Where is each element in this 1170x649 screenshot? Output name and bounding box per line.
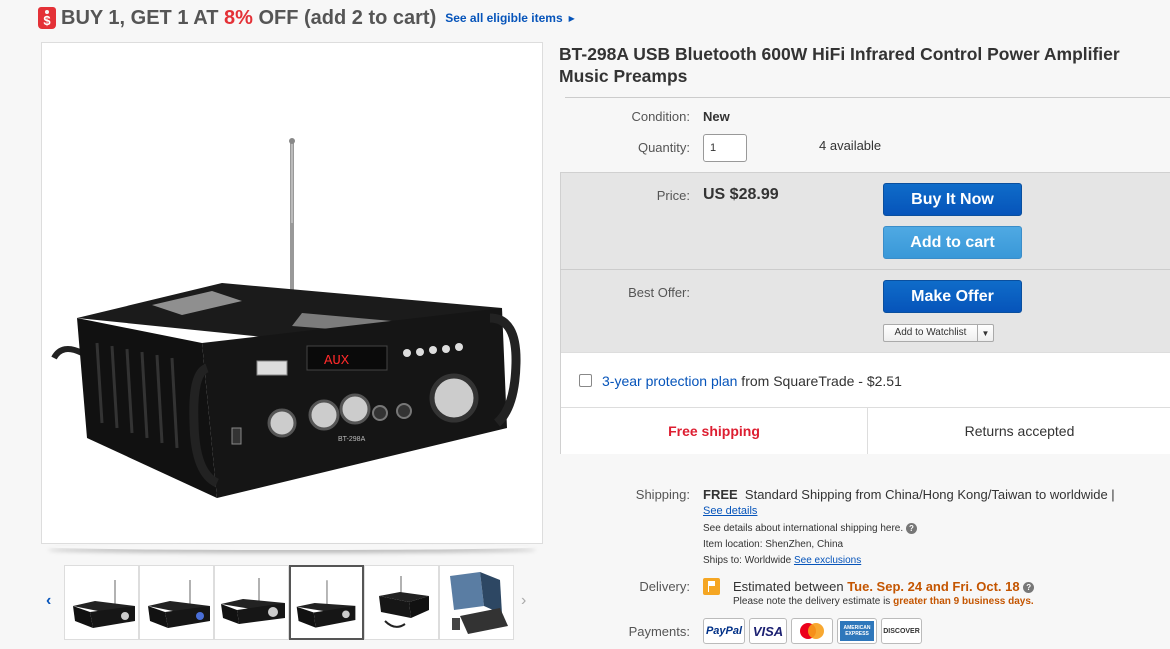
chevron-down-icon[interactable]: ▼ [978,329,993,338]
see-exclusions-link[interactable]: See exclusions [794,555,861,566]
product-title: BT-298A USB Bluetooth 600W HiFi Infrared… [559,44,1120,86]
price-value: US $28.99 [703,186,779,203]
help-icon[interactable]: ? [905,523,917,534]
free-shipping-badge: Free shipping [561,408,868,454]
see-all-eligible-link[interactable]: See all eligible items [445,11,562,25]
paypal-logo: PayPal [703,618,745,644]
shipping-summary: FREE Standard Shipping from China/Hong K… [703,487,1115,502]
arrow-right-icon: ▶ [568,13,575,23]
payments-label: Payments: [628,624,690,639]
amex-logo: AMERICAN EXPRESS [837,618,877,644]
protection-plan-checkbox[interactable] [579,374,592,387]
thumbnail-active[interactable] [289,565,364,640]
image-shadow [48,544,536,550]
amplifier-image: AUX BT-298A [51,138,521,498]
thumbnail[interactable] [364,565,439,640]
watchlist-label: Add to Watchlist [884,325,978,341]
divider [565,97,1170,98]
condition-label: Condition: [631,109,690,124]
promo-text: BUY 1, GET 1 AT 8% OFF (add 2 to cart) [61,6,437,29]
mastercard-logo [791,618,833,644]
thumbnail[interactable] [439,565,514,640]
protection-plan-text: 3-year protection plan from SquareTrade … [602,373,902,389]
promo-banner: $ BUY 1, GET 1 AT 8% OFF (add 2 to cart)… [38,5,575,31]
price-tag-icon: $ [38,7,56,29]
thumbnail-strip [64,565,514,640]
returns-accepted-badge: Returns accepted [964,423,1075,439]
thumbnails-next-icon[interactable]: › [521,592,526,610]
flag-icon [703,578,720,595]
thumbnail[interactable] [139,565,214,640]
quantity-input[interactable] [703,134,747,162]
add-to-cart-button[interactable]: Add to cart [883,226,1022,259]
buy-it-now-button[interactable]: Buy It Now [883,183,1022,216]
intl-shipping-note: See details about international shipping… [703,523,917,534]
delivery-estimate: Estimated between Tue. Sep. 24 and Fri. … [733,579,1035,594]
ships-to: Ships to: Worldwide See exclusions [703,555,862,566]
make-offer-button[interactable]: Make Offer [883,280,1022,313]
condition-value: New [703,109,730,124]
thumbnail[interactable] [214,565,289,640]
delivery-label: Delivery: [639,579,690,594]
shipping-method: Standard Shipping from China/Hong Kong/T… [744,487,1115,502]
shipping-label: Shipping: [635,487,690,502]
shipping-free: FREE [703,487,738,502]
thumbnail[interactable] [64,565,139,640]
delivery-note: Please note the delivery estimate is gre… [733,596,1034,607]
add-to-watchlist-button[interactable]: Add to Watchlist ▼ [883,324,994,342]
protection-plan-row: 3-year protection plan from SquareTrade … [561,352,1170,408]
promo-percent: 8% [224,6,253,29]
help-icon[interactable]: ? [1023,582,1035,594]
price-label: Price: [656,188,690,203]
thumbnails-prev-icon[interactable]: ‹ [46,592,51,610]
delivery-dates: Tue. Sep. 24 and Fri. Oct. 18 [847,579,1020,594]
device-model-label: BT-298A [338,436,366,443]
item-location: Item location: ShenZhen, China [703,539,844,550]
quantity-label: Quantity: [637,140,690,155]
visa-logo: VISA [749,618,787,644]
display-readout: AUX [324,353,350,369]
best-offer-label: Best Offer: [628,285,690,300]
divider [560,269,1170,270]
main-product-image[interactable]: AUX BT-298A [41,42,543,544]
see-details-link[interactable]: See details [703,505,757,517]
available-count: 4 available [819,138,882,153]
discover-logo: DISCOVER [881,618,922,644]
protection-plan-link[interactable]: 3-year protection plan [602,373,737,389]
badges-row: Free shipping Returns accepted [561,408,1170,454]
